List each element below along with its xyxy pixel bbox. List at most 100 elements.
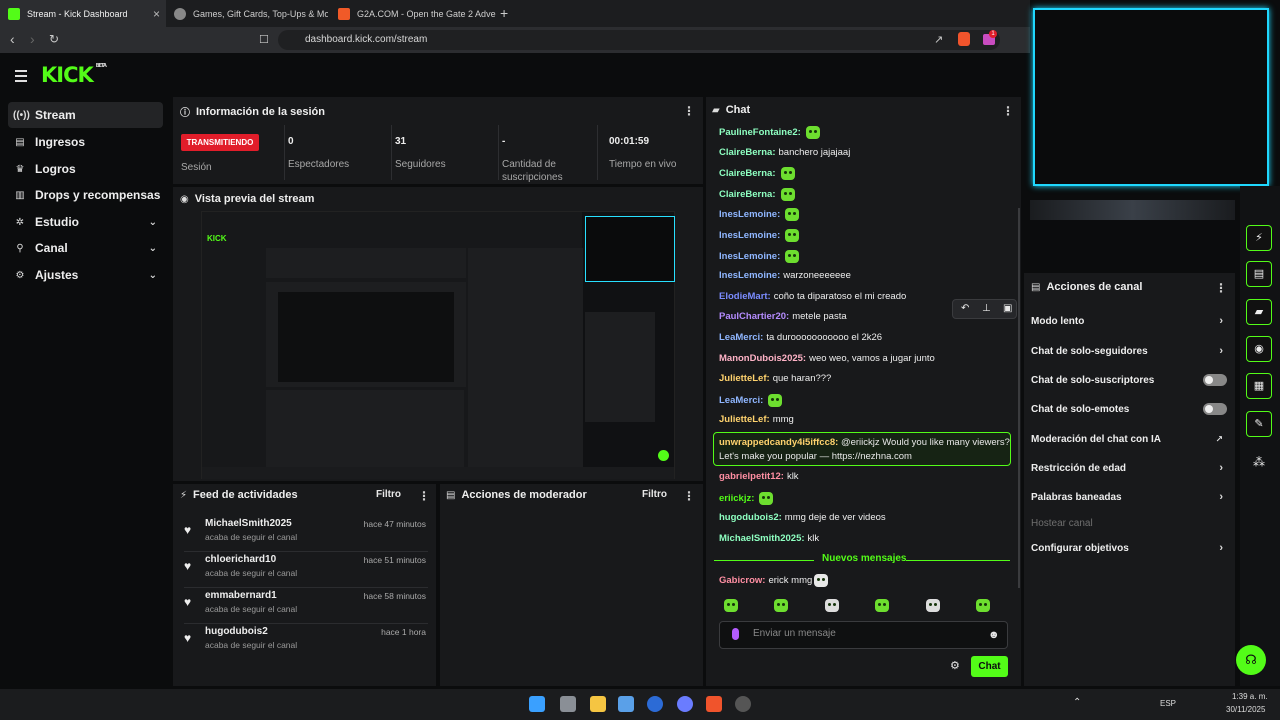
emote-icon[interactable] <box>824 599 839 612</box>
broadcast-icon[interactable]: ◉ <box>1246 336 1272 362</box>
brave-browser-icon[interactable] <box>706 696 722 712</box>
file-explorer-icon[interactable] <box>590 696 606 712</box>
url-field[interactable]: dashboard.kick.com/stream <box>278 30 1000 50</box>
tab-g2a[interactable]: G2A.COM - Open the Gate 2 Advent <box>330 0 496 27</box>
emote-icon[interactable] <box>875 599 890 612</box>
steam-icon[interactable] <box>735 696 751 712</box>
chat-username[interactable]: PaulineFontaine2: <box>719 127 801 138</box>
sidebar-item-logros[interactable]: ♛ Logros <box>8 156 163 182</box>
apps-icon[interactable]: ⁂ <box>1253 455 1265 469</box>
age-restriction-item[interactable]: Restricción de edad › <box>1031 457 1227 479</box>
task-view-icon[interactable] <box>560 696 576 712</box>
chat-username[interactable]: unwrappedcandy4i5iffcc8: <box>719 437 838 448</box>
back-icon[interactable]: ‹ <box>10 31 15 47</box>
chat-username[interactable]: ClaireBerna: <box>719 168 776 179</box>
chevron-up-icon[interactable]: ⌃ <box>1073 697 1081 708</box>
sidebar-item-ingresos[interactable]: ▤ Ingresos <box>8 129 163 155</box>
chat-message-input[interactable] <box>753 628 973 639</box>
reload-icon[interactable]: ↻ <box>49 32 59 46</box>
discord-icon[interactable] <box>677 696 693 712</box>
chat-username[interactable]: ManonDubois2025: <box>719 353 806 364</box>
feed-menu-icon[interactable]: ⋮ <box>418 489 430 503</box>
chat-username[interactable]: JulietteLef: <box>719 414 770 425</box>
tab-games-giftcards[interactable]: Games, Gift Cards, Top-Ups & More | <box>166 0 328 27</box>
chat-settings-icon[interactable]: ⚙ <box>950 659 960 672</box>
wrench-icon[interactable]: ✎ <box>1246 411 1272 437</box>
chat-username[interactable]: InesLemoine: <box>719 230 780 241</box>
chat-bubble-icon[interactable]: ▰ <box>1246 299 1272 325</box>
mod-menu-icon[interactable]: ⋮ <box>683 489 695 503</box>
slow-mode-item[interactable]: Modo lento › <box>1031 310 1227 332</box>
subscribers-only-toggle[interactable] <box>1203 374 1227 386</box>
clock-time[interactable]: 1:39 a. m. <box>1232 692 1268 701</box>
chat-username[interactable]: PaulChartier20: <box>719 311 789 322</box>
channel-actions-menu-icon[interactable]: ⋮ <box>1215 281 1227 295</box>
chat-text-2: Let's make you popular — https://nezhna.… <box>719 451 912 462</box>
chat-message: PaulChartier20: metele pasta <box>719 311 847 322</box>
clipboard-icon[interactable]: ▤ <box>1246 261 1272 287</box>
mod-filter-button[interactable]: Filtro <box>642 489 667 500</box>
sidebar-item-drops[interactable]: ▥ Drops y recompensas <box>8 182 163 208</box>
chat-username[interactable]: ClaireBerna: <box>719 189 776 200</box>
configure-goals-item[interactable]: Configurar objetivos › <box>1031 537 1227 559</box>
send-chat-button[interactable]: Chat <box>971 656 1008 677</box>
trash-icon[interactable]: ▣ <box>1003 303 1012 314</box>
chat-username[interactable]: InesLemoine: <box>719 209 780 220</box>
channel-icon: ⚲ <box>16 242 24 254</box>
chat-username[interactable]: MichaelSmith2025: <box>719 533 805 544</box>
stream-preview-video[interactable]: KICK <box>201 211 675 479</box>
language-indicator[interactable]: ESP <box>1160 699 1176 708</box>
tab-kick-dashboard[interactable]: Stream - Kick Dashboard × <box>0 0 166 27</box>
chat-username[interactable]: InesLemoine: <box>719 270 780 281</box>
forward-icon[interactable]: › <box>30 31 35 47</box>
chat-username[interactable]: LeaMerci: <box>719 395 763 406</box>
chat-menu-icon[interactable]: ⋮ <box>1002 104 1014 118</box>
pin-icon[interactable]: ⊥ <box>982 303 991 314</box>
chat-username[interactable]: hugodubois2: <box>719 512 782 523</box>
support-headset-icon[interactable]: ☊ <box>1236 645 1266 675</box>
chat-username[interactable]: eriickjz: <box>719 493 754 504</box>
feed-item: ♥ hugodubois2 hace 1 hora acaba de seguir e… <box>184 626 426 650</box>
chat-username[interactable]: LeaMerci: <box>719 332 763 343</box>
emoji-picker-icon[interactable]: ☻ <box>988 629 1000 641</box>
emote-icon[interactable] <box>925 599 940 612</box>
sidebar-item-estudio[interactable]: ✲ Estudio ⌄ <box>8 209 163 235</box>
emote-icon[interactable] <box>976 599 991 612</box>
feed-filter-button[interactable]: Filtro <box>376 489 401 500</box>
info-icon: ⓘ <box>180 108 190 119</box>
chat-username[interactable]: JulietteLef: <box>719 373 770 384</box>
store-icon[interactable] <box>618 696 634 712</box>
app-icon[interactable] <box>647 696 663 712</box>
clock-date[interactable]: 30/11/2025 <box>1226 705 1265 714</box>
chat-username[interactable]: Gabicrow: <box>719 575 765 586</box>
lightning-icon[interactable]: ⚡ <box>1246 225 1272 251</box>
chat-username[interactable]: ClaireBerna: <box>719 147 776 158</box>
chat-username[interactable]: InesLemoine: <box>719 251 780 262</box>
session-menu-icon[interactable]: ⋮ <box>683 104 695 118</box>
brave-shields-icon[interactable] <box>958 32 970 46</box>
chat-username[interactable]: ElodieMart: <box>719 291 771 302</box>
emotes-only-toggle[interactable] <box>1203 403 1227 415</box>
emote-quick-bar <box>720 599 1193 615</box>
emote-icon[interactable] <box>774 599 789 612</box>
windows-start-icon[interactable] <box>529 696 545 712</box>
kick-logo[interactable]: KICK BETA <box>41 63 107 87</box>
new-messages-divider[interactable]: Nuevos mensajes <box>714 553 1010 566</box>
followers-only-item[interactable]: Chat de solo-seguidores › <box>1031 340 1227 362</box>
chat-scrollbar[interactable] <box>1018 208 1020 588</box>
ai-moderation-item[interactable]: Moderación del chat con IA ↗ <box>1031 428 1227 450</box>
chat-username[interactable]: gabrielpetit12: <box>719 471 784 482</box>
sidebar-item-stream[interactable]: ((•)) Stream <box>8 102 163 128</box>
close-tab-icon[interactable]: × <box>153 7 160 21</box>
reply-icon[interactable]: ↶ <box>961 303 969 314</box>
banned-words-item[interactable]: Palabras baneadas › <box>1031 486 1227 508</box>
bookmark-icon[interactable]: ☐ <box>259 33 269 46</box>
sidebar-item-ajustes[interactable]: ⚙ Ajustes ⌄ <box>8 262 163 288</box>
store-icon[interactable]: ▦ <box>1246 373 1272 399</box>
emote-icon[interactable] <box>724 599 738 612</box>
new-tab-icon[interactable]: + <box>500 5 508 21</box>
share-icon[interactable]: ↗ <box>934 33 943 46</box>
mic-icon[interactable] <box>732 628 739 640</box>
sidebar-item-canal[interactable]: ⚲ Canal ⌄ <box>8 235 163 261</box>
menu-icon[interactable] <box>15 70 27 85</box>
